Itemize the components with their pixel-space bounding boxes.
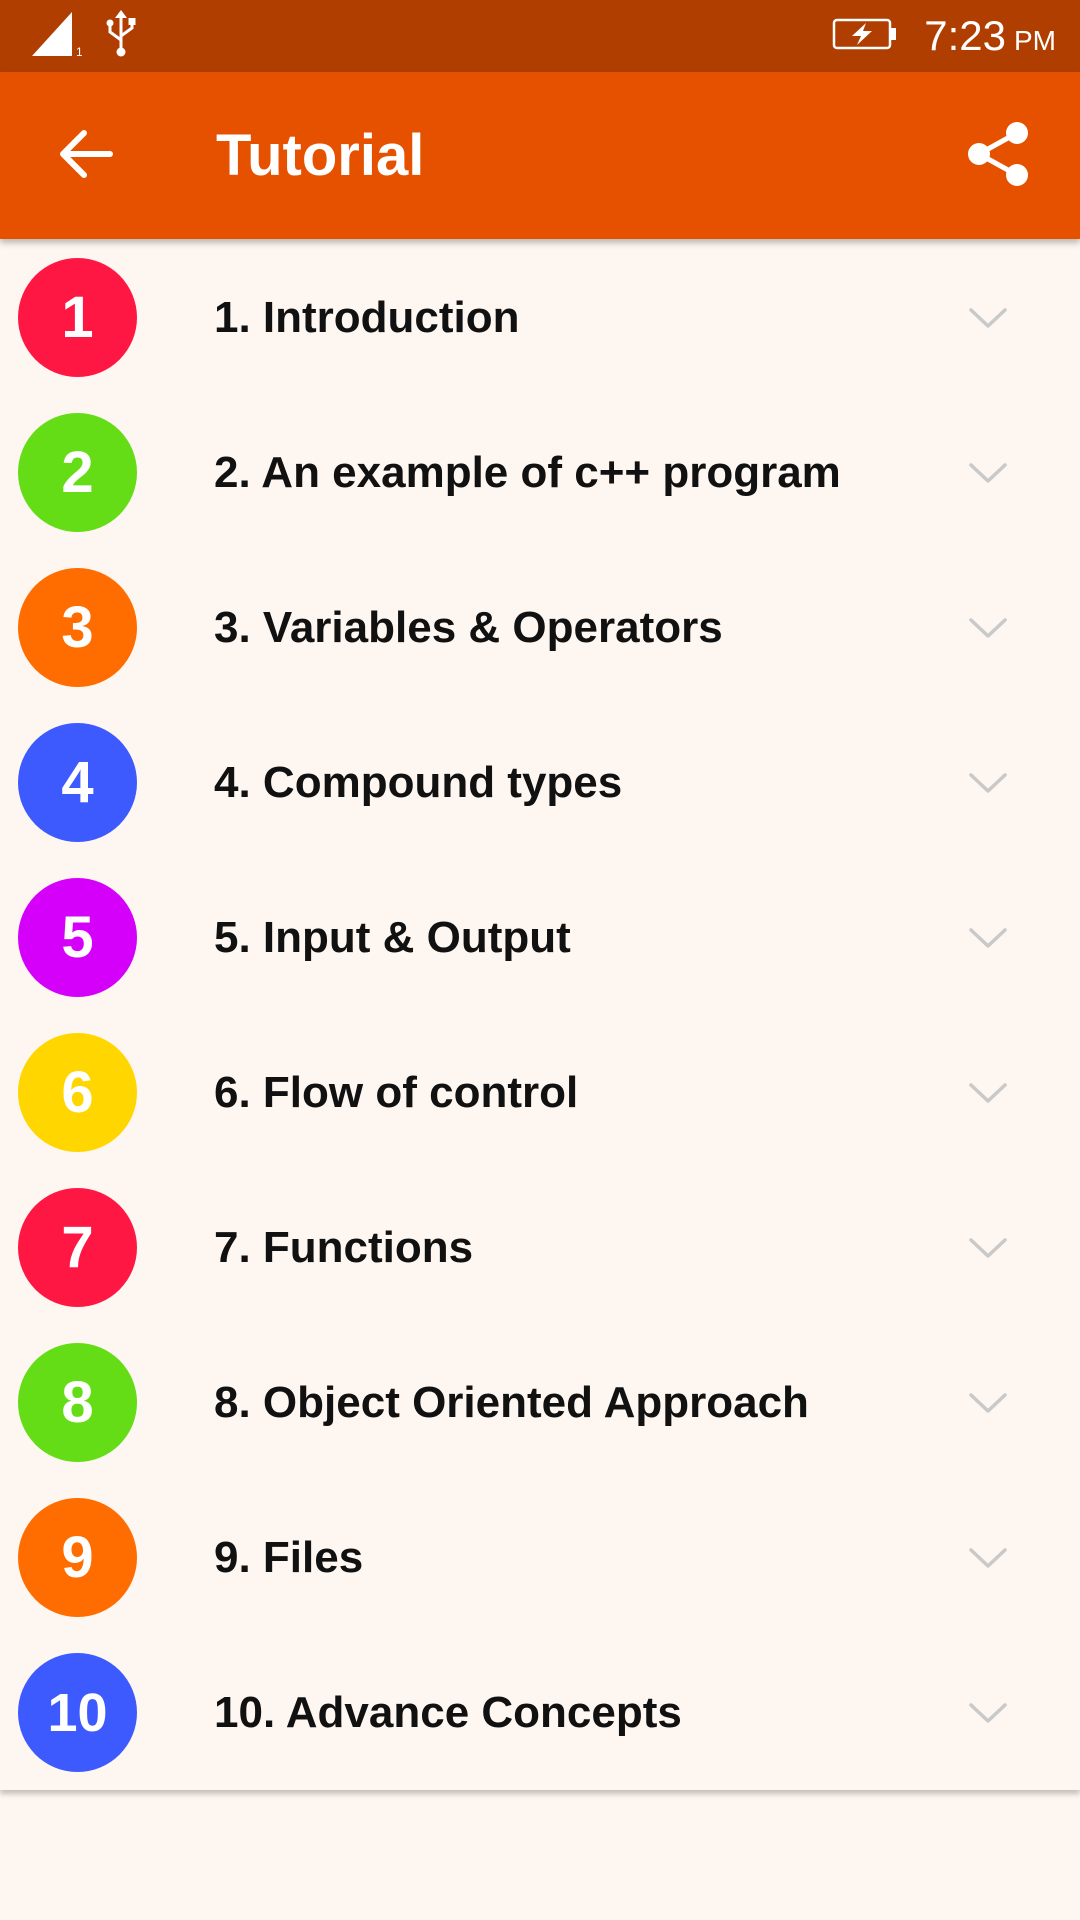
list-item-label: 2. An example of c++ program — [214, 448, 841, 497]
chevron-down-icon[interactable] — [968, 1693, 1008, 1733]
list-item[interactable]: 2 2. An example of c++ program — [0, 395, 1080, 550]
number-badge: 3 — [18, 568, 137, 687]
arrow-left-icon — [58, 129, 114, 184]
list-item[interactable]: 6 6. Flow of control — [0, 1015, 1080, 1170]
number-badge: 7 — [18, 1188, 137, 1307]
list-item[interactable]: 7 7. Functions — [0, 1170, 1080, 1325]
number-badge: 2 — [18, 413, 137, 532]
list-item-label: 5. Input & Output — [214, 913, 571, 962]
status-time: 7:23 PM — [924, 12, 1056, 60]
share-button[interactable] — [952, 110, 1044, 202]
list-item[interactable]: 9 9. Files — [0, 1480, 1080, 1635]
number-badge: 1 — [18, 258, 137, 377]
status-left: 1 — [30, 9, 138, 63]
list-item-label: 9. Files — [214, 1533, 364, 1582]
signal-icon: 1 — [30, 10, 83, 63]
list-item[interactable]: 3 3. Variables & Operators — [0, 550, 1080, 705]
battery-charging-icon — [832, 18, 898, 55]
share-icon — [963, 121, 1033, 192]
list-item-label: 10. Advance Concepts — [214, 1688, 682, 1737]
chevron-down-icon[interactable] — [968, 608, 1008, 648]
chevron-down-icon[interactable] — [968, 453, 1008, 493]
list-item-label: 3. Variables & Operators — [214, 603, 723, 652]
page-title: Tutorial — [216, 123, 425, 188]
number-badge: 10 — [18, 1653, 137, 1772]
list-item[interactable]: 1 1. Introduction — [0, 240, 1080, 395]
usb-icon — [104, 9, 138, 63]
chevron-down-icon[interactable] — [968, 763, 1008, 803]
chevron-down-icon[interactable] — [968, 298, 1008, 338]
chevron-down-icon[interactable] — [968, 1538, 1008, 1578]
chevron-down-icon[interactable] — [968, 918, 1008, 958]
app-bar: Tutorial — [0, 72, 1080, 239]
list-item-label: 7. Functions — [214, 1223, 474, 1272]
status-ampm: PM — [1014, 25, 1056, 56]
list-item-label: 1. Introduction — [214, 293, 520, 342]
status-time-value: 7:23 — [924, 12, 1006, 59]
status-right: 7:23 PM — [832, 0, 1056, 72]
number-badge: 5 — [18, 878, 137, 997]
number-badge: 8 — [18, 1343, 137, 1462]
list-item[interactable]: 4 4. Compound types — [0, 705, 1080, 860]
tutorial-list: 1 1. Introduction 2 2. An example of c++ pr… — [0, 240, 1080, 1790]
list-item-label: 4. Compound types — [214, 758, 623, 807]
number-badge: 4 — [18, 723, 137, 842]
list-item-label: 6. Flow of control — [214, 1068, 579, 1117]
list-item[interactable]: 8 8. Object Oriented Approach — [0, 1325, 1080, 1480]
status-bar: 1 7:23 PM — [0, 0, 1080, 72]
chevron-down-icon[interactable] — [968, 1073, 1008, 1113]
list-item[interactable]: 10 10. Advance Concepts — [0, 1635, 1080, 1790]
signal-sim-number: 1 — [76, 45, 82, 58]
number-badge: 6 — [18, 1033, 137, 1152]
list-item-label: 8. Object Oriented Approach — [214, 1378, 809, 1427]
list-item[interactable]: 5 5. Input & Output — [0, 860, 1080, 1015]
chevron-down-icon[interactable] — [968, 1383, 1008, 1423]
number-badge: 9 — [18, 1498, 137, 1617]
back-button[interactable] — [42, 112, 130, 200]
chevron-down-icon[interactable] — [968, 1228, 1008, 1268]
